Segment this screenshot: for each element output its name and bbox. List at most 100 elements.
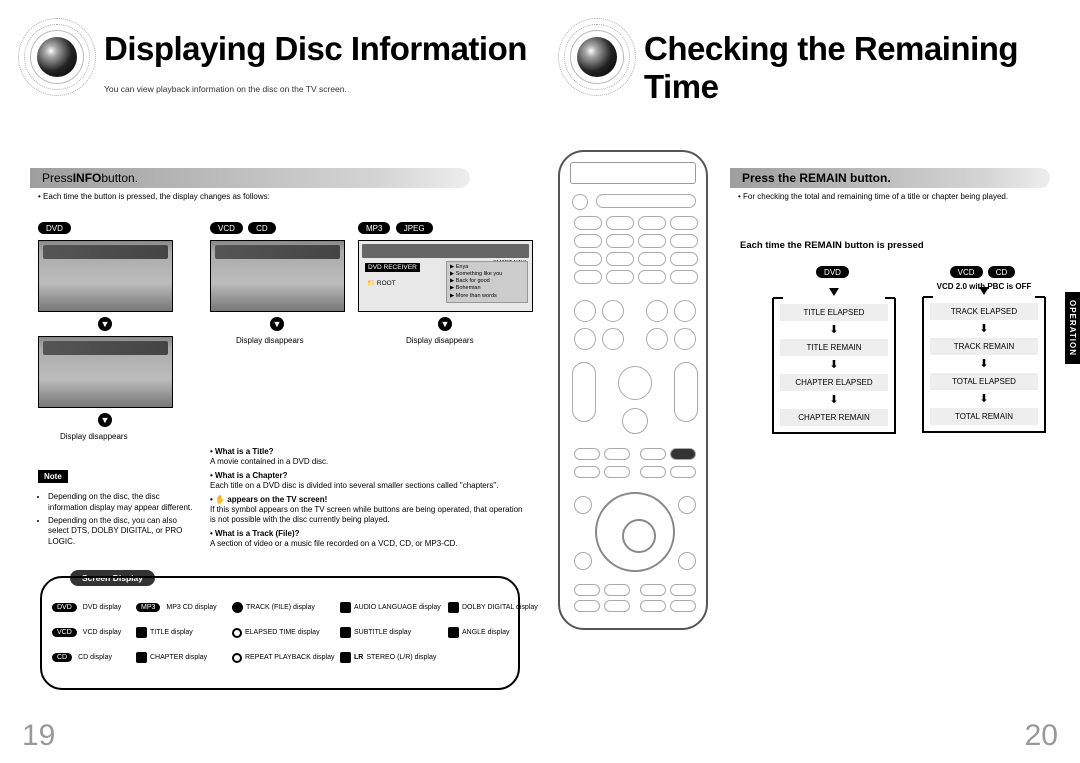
- sd-elapsed-display: ELAPSED TIME display: [232, 628, 340, 638]
- def-body: A movie contained in a DVD disc.: [210, 457, 530, 467]
- definitions-block: What is a Title? A movie contained in a …: [210, 443, 530, 549]
- pill-cd-right: CD: [988, 266, 1016, 278]
- arrow-down-icon: ▼: [98, 413, 112, 427]
- pill-mp3: MP3: [358, 222, 390, 234]
- repeat-icon: [232, 653, 242, 663]
- sd-title-display: TITLE display: [136, 627, 232, 638]
- caption-disappear-2: Display disappears: [236, 336, 304, 345]
- pill-vcd-right: VCD: [950, 266, 983, 278]
- pill-jpeg: JPEG: [396, 222, 433, 234]
- remote-control-illustration: [558, 150, 708, 630]
- seq-item: TRACK ELAPSED: [930, 303, 1038, 320]
- sd-vcd-display: VCDVCD display: [52, 628, 136, 637]
- sd-cd-display: CDCD display: [52, 653, 136, 662]
- step-header-right: Press the REMAIN button.: [730, 168, 1050, 188]
- sd-stereo-display: LR STEREO (L/R) display: [340, 652, 448, 663]
- dvd-sequence-col: DVD TITLE ELAPSED ⬇ TITLE REMAIN ⬇ CHAPT…: [772, 266, 896, 434]
- note-item: Depending on the disc, you can also sele…: [48, 516, 198, 548]
- arrow-down-icon: ▼: [270, 317, 284, 331]
- sd-subtitle-display: SUBTITLE display: [340, 627, 448, 638]
- def-symbol-title: ✋ appears on the TV screen!: [210, 495, 530, 505]
- vcd-info-thumb: [210, 240, 345, 312]
- angle-icon: [448, 627, 459, 638]
- arrow-down-icon: ⬇: [780, 395, 888, 406]
- def-body: Each title on a DVD disc is divided into…: [210, 481, 530, 491]
- pill-cd: CD: [248, 222, 276, 234]
- speaker-decor-icon: [18, 18, 96, 96]
- note-list: Depending on the disc, the disc informat…: [38, 492, 198, 550]
- arrow-down-icon: ▼: [438, 317, 452, 331]
- mp3-root-label: 📁 ROOT: [367, 279, 396, 287]
- sd-angle-display: ANGLE display: [448, 627, 546, 638]
- sd-dvd-display: DVDDVD display: [52, 603, 136, 612]
- page-20: Checking the Remaining Time: [540, 0, 1080, 763]
- dvd-info-thumb-1: [38, 240, 173, 312]
- def-body: If this symbol appears on the TV screen …: [210, 505, 530, 525]
- mp3-info-thumb: DVD RECEIVER ● SMART NAVI 📁 ROOT ▶ Enya …: [358, 240, 533, 312]
- sd-dolby-display: DOLBY DIGITAL display: [448, 602, 546, 613]
- dolby-icon: [448, 602, 459, 613]
- page-subtitle: You can view playback information on the…: [104, 84, 347, 94]
- vcd-sequence-col: VCD CD VCD 2.0 with PBC is OFF TRACK ELA…: [922, 266, 1046, 433]
- step-text-bold: INFO: [73, 171, 102, 185]
- note-badge: Note: [38, 470, 68, 483]
- step-text-right: Press the REMAIN button.: [742, 171, 891, 185]
- page-title: Displaying Disc Information: [104, 30, 527, 68]
- audio-lang-icon: [340, 602, 351, 613]
- def-chapter-title: What is a Chapter?: [210, 471, 530, 481]
- arrow-down-icon: ⬇: [780, 360, 888, 371]
- sd-audiolang-display: AUDIO LANGUAGE display: [340, 602, 448, 613]
- each-time-heading: Each time the REMAIN button is pressed: [740, 240, 924, 251]
- sd-chapter-display: CHAPTER display: [136, 652, 232, 663]
- def-body: A section of video or a music file recor…: [210, 539, 530, 549]
- arrow-down-icon: ⬇: [930, 394, 1038, 405]
- sd-repeat-display: REPEAT PLAYBACK display: [232, 653, 340, 663]
- def-title-title: What is a Title?: [210, 447, 530, 457]
- speaker-decor-icon: [558, 18, 636, 96]
- pill-dvd: DVD: [38, 222, 71, 234]
- page-number-19: 19: [22, 719, 55, 753]
- step-header: Press INFO button.: [30, 168, 470, 188]
- step-sub-note: • Each time the button is pressed, the d…: [38, 192, 270, 201]
- dvd-info-thumb-2: [38, 336, 173, 408]
- sd-track-display: TRACK (FILE) display: [232, 602, 340, 613]
- pill-vcd: VCD: [210, 222, 243, 234]
- hand-stop-icon: ✋: [215, 495, 225, 505]
- arrow-down-icon: ⬇: [780, 325, 888, 336]
- screen-display-box: DVDDVD display MP3MP3 CD display TRACK (…: [40, 576, 520, 690]
- seq-item: TOTAL REMAIN: [930, 408, 1038, 425]
- caption-disappear-3: Display disappears: [406, 336, 474, 345]
- mp3-track-list: ▶ Enya ▶ Something like you ▶ Back for g…: [446, 261, 528, 303]
- pill-dvd-row: DVD: [38, 222, 74, 234]
- arrow-down-icon: ⬇: [930, 359, 1038, 370]
- seq-item: TITLE ELAPSED: [780, 304, 888, 321]
- sd-mp3cd-display: MP3MP3 CD display: [136, 603, 232, 612]
- seq-item: CHAPTER REMAIN: [780, 409, 888, 426]
- mp3-receiver-label: DVD RECEIVER: [365, 263, 420, 272]
- step-text-post: button.: [101, 171, 138, 185]
- page-number-20: 20: [1025, 719, 1058, 753]
- def-track-title: What is a Track (File)?: [210, 529, 530, 539]
- arrow-down-icon: ⬇: [930, 324, 1038, 335]
- step-sub-right: • For checking the total and remaining t…: [738, 192, 1048, 201]
- chapter-icon: [136, 652, 147, 663]
- seq-item: TRACK REMAIN: [930, 338, 1038, 355]
- title-icon: [136, 627, 147, 638]
- headphone-icon: [340, 652, 351, 663]
- page-title-right: Checking the Remaining Time: [644, 30, 1080, 106]
- note-item: Depending on the disc, the disc informat…: [48, 492, 198, 514]
- seq-item: CHAPTER ELAPSED: [780, 374, 888, 391]
- side-tab-operation: OPERATION: [1065, 292, 1080, 364]
- caption-disappear-1: Display disappears: [60, 432, 128, 441]
- subtitle-icon: [340, 627, 351, 638]
- step-text-pre: Press: [42, 171, 73, 185]
- disc-icon: [232, 602, 243, 613]
- arrow-down-icon: ▼: [98, 317, 112, 331]
- pill-dvd-right: DVD: [816, 266, 849, 278]
- seq-item: TITLE REMAIN: [780, 339, 888, 356]
- remote-dpad: [595, 492, 675, 572]
- pill-mp3-jpeg-row: MP3 JPEG: [358, 222, 436, 234]
- seq-item: TOTAL ELAPSED: [930, 373, 1038, 390]
- clock-icon: [232, 628, 242, 638]
- page-19: Displaying Disc Information You can view…: [0, 0, 540, 763]
